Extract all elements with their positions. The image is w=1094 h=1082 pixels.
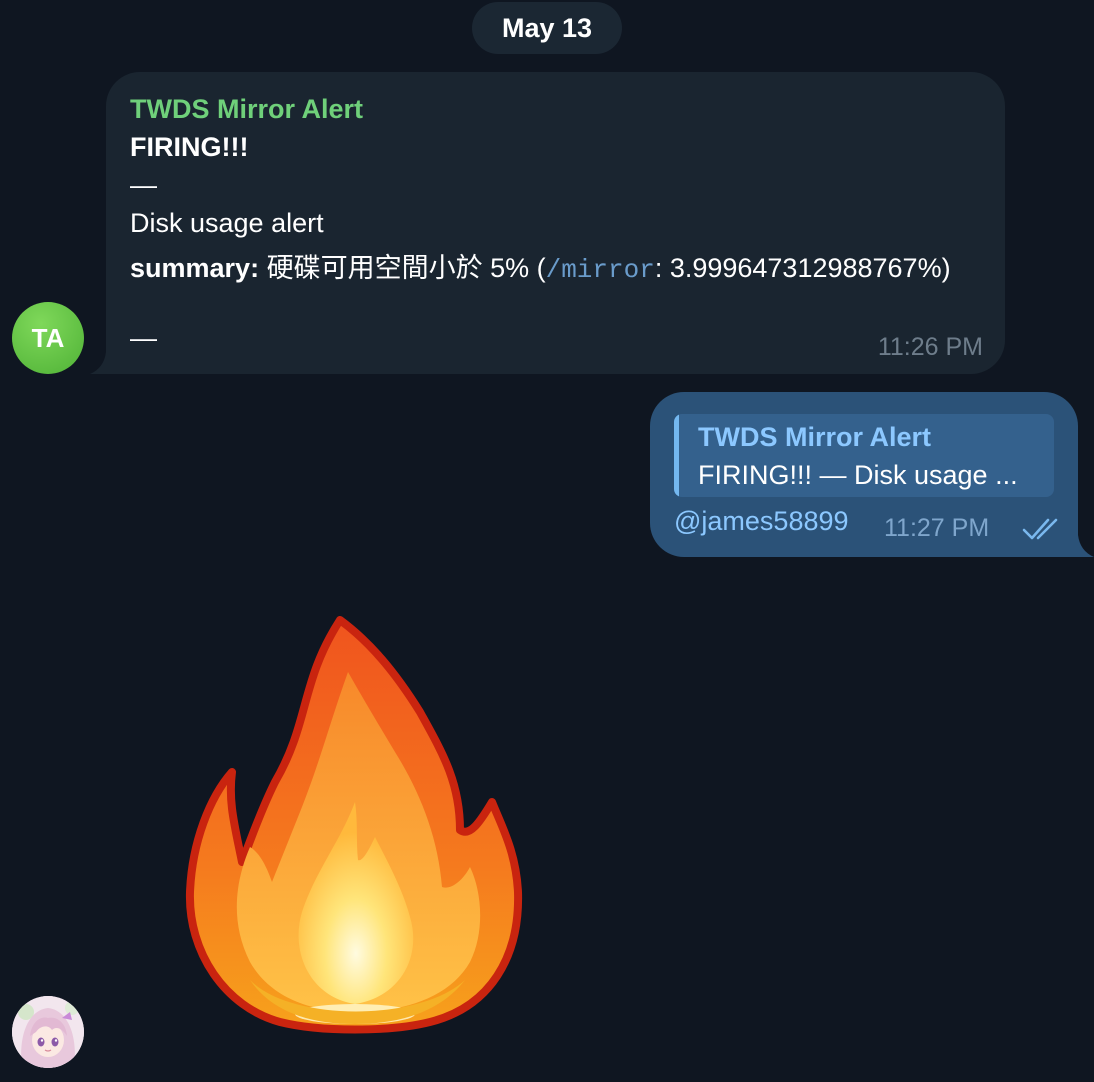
fire-sticker-icon[interactable]: [180, 612, 530, 1036]
reply-preview-text: FIRING!!! — Disk usage ...: [698, 460, 1018, 490]
message-time: 11:27 PM: [884, 514, 990, 542]
message-time: 11:26 PM: [877, 333, 983, 361]
message-separator: —: [130, 170, 157, 200]
reply-accent-bar: [674, 414, 679, 497]
message-line-summary: summary: 硬碟可用空間小於 5% (/mirror: 3.9996473…: [130, 246, 951, 285]
reply-sender-name: TWDS Mirror Alert: [698, 422, 932, 452]
avatar-initials: TA: [31, 322, 65, 353]
chat-history: May 13 TWDS Mirror Alert FIRING!!! — Dis…: [0, 0, 1094, 1082]
summary-path-code[interactable]: /mirror: [546, 255, 655, 285]
summary-text: 硬碟可用空間小於 5% (: [259, 253, 546, 283]
date-label: May 13: [501, 12, 593, 43]
reply-quote[interactable]: TWDS Mirror Alert FIRING!!! — Disk usage…: [674, 414, 1054, 497]
mention-link[interactable]: @james58899: [674, 506, 849, 537]
message-line-firing: FIRING!!!: [130, 132, 249, 162]
summary-label: summary:: [130, 253, 260, 283]
incoming-message-bubble[interactable]: TWDS Mirror Alert FIRING!!! — Disk usage…: [106, 72, 1005, 374]
avatar[interactable]: [12, 996, 84, 1068]
avatar[interactable]: TA: [12, 302, 84, 374]
date-separator: May 13: [472, 2, 622, 54]
summary-value: : 3.999647312988767%): [654, 253, 951, 283]
outgoing-message-bubble[interactable]: TWDS Mirror Alert FIRING!!! — Disk usage…: [650, 392, 1078, 557]
double-check-icon: [1022, 518, 1058, 540]
message-sender-name[interactable]: TWDS Mirror Alert: [130, 94, 363, 125]
anime-avatar-icon: [12, 996, 84, 1068]
message-line-alert: Disk usage alert: [130, 208, 324, 238]
message-separator: —: [130, 323, 157, 353]
